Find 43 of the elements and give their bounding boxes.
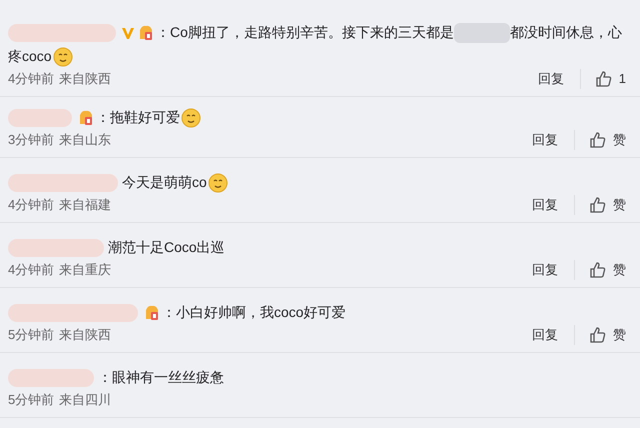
like-button[interactable]: 赞 (575, 130, 626, 150)
comment-location: 来自重庆 (59, 261, 112, 280)
fan-badge-icon (77, 109, 95, 128)
comment-time: 4分钟前 (8, 196, 54, 214)
reply-link[interactable]: 回复 (532, 195, 575, 215)
verified-v-icon (121, 26, 135, 40)
emoji-icon (208, 173, 228, 194)
thumbs-up-icon (594, 70, 613, 88)
comment-time: 4分钟前 (8, 70, 54, 88)
reply-link[interactable]: 回复 (532, 260, 575, 280)
like-button[interactable]: 赞 (575, 195, 626, 215)
fan-badge-icon (137, 24, 155, 42)
fan-badge-icon (143, 304, 161, 322)
blurred-username (8, 109, 72, 128)
comment-time: 3分钟前 (8, 131, 54, 150)
comment-location: 来自陕西 (59, 70, 112, 88)
like-button[interactable]: 1 (580, 69, 626, 89)
comment-text: ：小白好帅啊，我coco好可爱 (162, 304, 346, 320)
like-button[interactable]: 赞 (575, 325, 626, 345)
emoji-icon (52, 47, 73, 68)
comment-location: 来自山东 (59, 131, 112, 150)
comment-text: 都没时间休息，心 (510, 24, 622, 40)
comment-location: 来自四川 (59, 391, 112, 410)
reply-link[interactable]: 回复 (532, 130, 575, 150)
comment-text: 潮范十足Coco出巡 (108, 239, 225, 255)
thumbs-up-icon (589, 131, 607, 149)
comment-location: 来自福建 (59, 196, 112, 214)
thumbs-up-icon (589, 261, 607, 279)
thumbs-up-icon (589, 196, 607, 214)
thumbs-up-icon (589, 326, 607, 344)
comment-time: 4分钟前 (8, 261, 54, 280)
comment-text: 今天是萌萌co (122, 174, 207, 190)
comment-text: ：拖鞋好可爱 (96, 109, 180, 125)
emoji-icon (181, 108, 201, 128)
reply-link[interactable]: 回复 (538, 69, 581, 89)
like-button[interactable]: 赞 (575, 260, 626, 280)
reply-link[interactable]: 回复 (532, 325, 575, 345)
comment-time: 5分钟前 (8, 326, 54, 344)
comment-text: ：Co脚扭了，走路特别辛苦。接下来的三天都是 (156, 24, 454, 40)
comment-text: 疼coco (8, 48, 52, 64)
comment-text: ：眼神有一丝丝疲惫 (98, 369, 224, 385)
comment-time: 5分钟前 (8, 391, 54, 410)
comment-location: 来自陕西 (59, 326, 112, 344)
